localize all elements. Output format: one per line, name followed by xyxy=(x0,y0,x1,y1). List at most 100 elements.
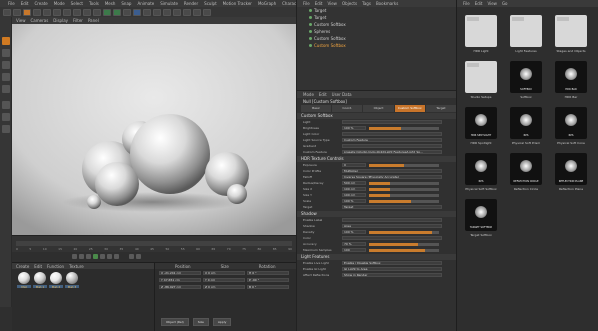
property-value[interactable]: 70 % xyxy=(342,242,366,246)
property-slider[interactable] xyxy=(369,242,439,246)
menubar-item[interactable]: Create xyxy=(34,1,47,6)
property-value[interactable]: 100 xyxy=(342,248,366,252)
content-item[interactable]: SOFTBOX Softbox xyxy=(506,59,546,99)
attribute-tab[interactable]: Basic xyxy=(301,105,332,112)
texture-mode-icon[interactable] xyxy=(2,49,10,57)
content-item[interactable]: HDR SPOTLIGHT HDR Spotlight xyxy=(461,105,501,145)
coord-button[interactable]: Size xyxy=(192,318,209,326)
property-value[interactable]: Inverse Square (Physically Accurate) xyxy=(342,175,442,179)
content-item[interactable]: RPS Physical Soft Prism xyxy=(506,105,546,145)
model-mode-icon[interactable] xyxy=(2,37,10,45)
subdivision-icon[interactable] xyxy=(153,8,161,16)
object-name[interactable]: Target xyxy=(314,8,326,13)
object-visibility-icon[interactable] xyxy=(309,44,312,47)
object-name[interactable]: Target xyxy=(314,15,326,20)
property-value[interactable]: 500 cm xyxy=(342,181,366,185)
property-slider[interactable] xyxy=(369,193,439,197)
material-menu-item[interactable]: Create xyxy=(16,264,29,269)
go-to-end-icon[interactable] xyxy=(114,253,119,259)
menubar-item[interactable]: Tools xyxy=(89,1,99,6)
content-item[interactable]: HDR BAR HDR Bar xyxy=(551,59,591,99)
object-visibility-icon[interactable] xyxy=(309,37,312,40)
coord-size-field[interactable]: X 0 cm xyxy=(203,271,245,275)
viewport-menu-item[interactable]: Display xyxy=(53,18,68,23)
viewport-menu-item[interactable]: Filter xyxy=(73,18,83,23)
content-item[interactable]: REFLECTION CIRCLE Reflection Circle xyxy=(506,151,546,191)
content-menu-item[interactable]: Edit xyxy=(475,1,483,6)
coord-button[interactable]: Apply xyxy=(212,318,232,326)
content-item[interactable]: RPS Physical Soft Cone xyxy=(551,105,591,145)
object-name[interactable]: Spheres xyxy=(314,29,330,34)
viewport-menu-item[interactable]: View xyxy=(16,18,26,23)
camera-icon[interactable] xyxy=(193,8,201,16)
menubar-item[interactable]: Sculpt xyxy=(204,1,217,6)
object-row[interactable]: Custom Softbox xyxy=(297,21,456,28)
coord-pos-field[interactable]: X -21.241 cm xyxy=(159,271,201,275)
property-value[interactable]: 100 % xyxy=(342,126,366,130)
coord-pos-field[interactable]: Z -86.927 cm xyxy=(159,285,201,289)
undo-icon[interactable] xyxy=(3,8,11,16)
property-value[interactable] xyxy=(342,236,442,240)
cube-icon[interactable] xyxy=(133,8,141,16)
material-swatch[interactable] xyxy=(34,272,46,284)
property-value[interactable]: GI Light to Area xyxy=(342,267,442,271)
property-slider[interactable] xyxy=(369,163,439,167)
property-slider[interactable] xyxy=(369,187,439,191)
menubar-item[interactable]: Render xyxy=(184,1,198,6)
menubar-item[interactable]: Snap xyxy=(121,1,131,6)
timeline-track[interactable] xyxy=(16,241,292,246)
deformer-icon[interactable] xyxy=(173,8,181,16)
object-row[interactable]: Spheres xyxy=(297,28,456,35)
property-value[interactable]: Custom Feature xyxy=(342,138,442,142)
content-item[interactable]: Stages and Objects xyxy=(551,13,591,53)
prev-frame-icon[interactable] xyxy=(86,253,91,259)
property-slider[interactable] xyxy=(369,230,439,234)
object-visibility-icon[interactable] xyxy=(309,16,312,19)
viewport-menu-item[interactable]: Cameras xyxy=(31,18,49,23)
material-menu-item[interactable]: Function xyxy=(47,264,64,269)
scale-icon[interactable] xyxy=(43,8,51,16)
material-menu-item[interactable]: Texture xyxy=(69,264,84,269)
lock-icon[interactable] xyxy=(2,125,10,133)
object-name[interactable]: Custom Softbox xyxy=(314,43,346,48)
play-icon[interactable] xyxy=(93,253,98,259)
property-value[interactable]: Enable / Disable Softbox xyxy=(342,261,442,265)
attribute-tab[interactable]: Object xyxy=(363,105,394,112)
coord-size-field[interactable]: Z 0 cm xyxy=(203,285,245,289)
redo-icon[interactable] xyxy=(13,8,21,16)
viewport-menu-item[interactable]: Panel xyxy=(88,18,99,23)
content-item[interactable]: HDR Light xyxy=(461,13,501,53)
coord-size-field[interactable]: Y 0 cm xyxy=(203,278,245,282)
content-menu-item[interactable]: File xyxy=(463,1,470,6)
menubar-item[interactable]: Motion Tracker xyxy=(223,1,252,6)
property-value[interactable]: Target xyxy=(342,205,442,209)
attribute-menu-item[interactable]: Edit xyxy=(319,92,327,97)
live-selection-icon[interactable] xyxy=(23,8,31,16)
attribute-tab[interactable]: Custom Softbox xyxy=(394,105,425,112)
workplane-icon[interactable] xyxy=(2,113,10,121)
content-item[interactable]: Studio Setups xyxy=(461,59,501,99)
material-menu-item[interactable]: Edit xyxy=(34,264,42,269)
attribute-tab[interactable]: Coord. xyxy=(332,105,363,112)
property-value[interactable] xyxy=(342,120,442,124)
object-menu-item[interactable]: File xyxy=(303,1,310,6)
rotate-icon[interactable] xyxy=(53,8,61,16)
object-menu-item[interactable]: Objects xyxy=(342,1,357,6)
content-item[interactable]: TARGET SOFTBOX Target Softbox xyxy=(461,197,501,237)
prev-key-icon[interactable] xyxy=(79,253,84,259)
attribute-menu-item[interactable]: Mode xyxy=(303,92,314,97)
property-slider[interactable] xyxy=(369,181,439,185)
axis-z-icon[interactable] xyxy=(83,8,91,16)
object-menu-item[interactable]: Tags xyxy=(362,1,371,6)
coord-button[interactable]: Object (Rel) xyxy=(161,318,189,326)
coord-rot-field[interactable]: P -90 ° xyxy=(247,278,289,282)
next-frame-icon[interactable] xyxy=(100,253,105,259)
property-slider[interactable] xyxy=(369,199,439,203)
object-visibility-icon[interactable] xyxy=(309,30,312,33)
property-value[interactable]: 100 cm xyxy=(342,187,366,191)
attribute-menu-item[interactable]: User Data xyxy=(332,92,352,97)
content-item[interactable]: Light Features xyxy=(506,13,546,53)
property-slider[interactable] xyxy=(369,248,439,252)
menubar-item[interactable]: MoGraph xyxy=(258,1,276,6)
object-row[interactable]: Custom Softbox xyxy=(297,42,456,49)
